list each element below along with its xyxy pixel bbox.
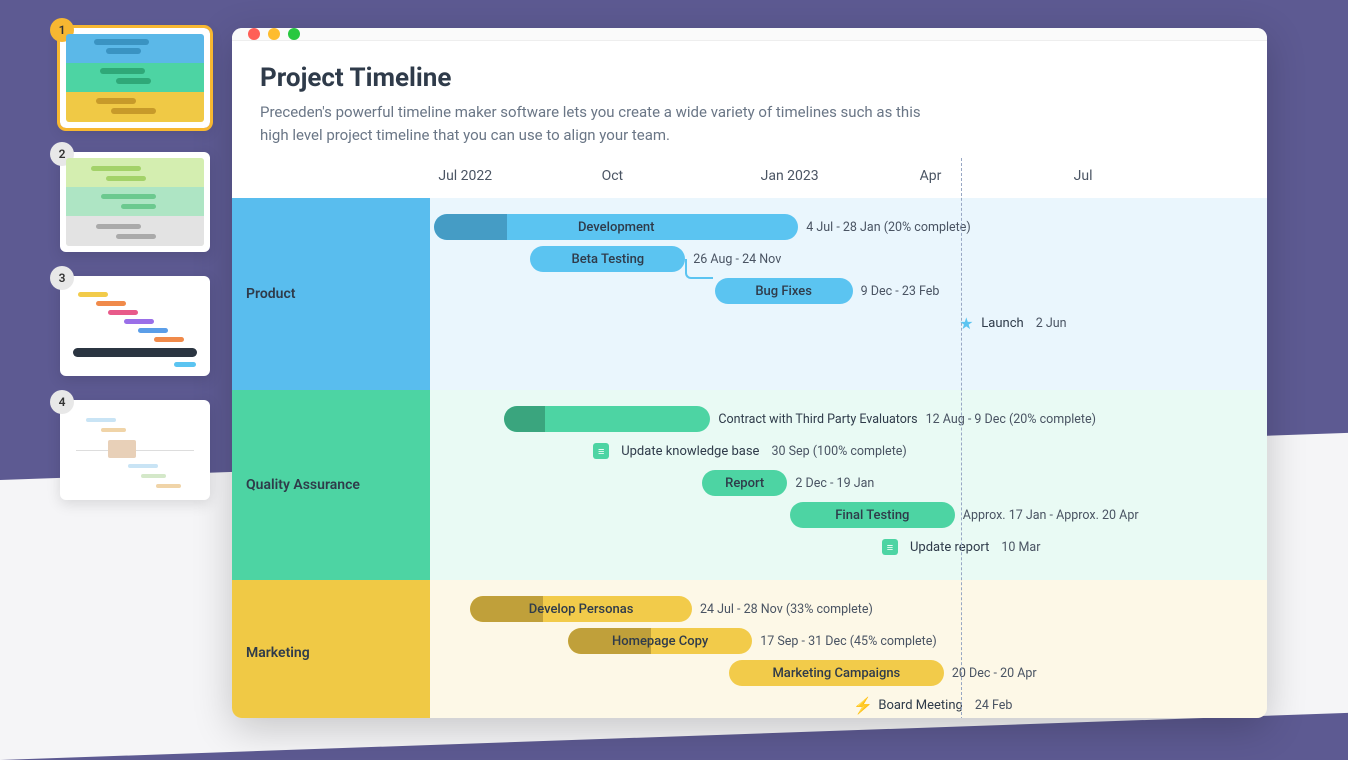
- page-header: Project Timeline Preceden's powerful tim…: [232, 41, 1267, 158]
- gantt-bar[interactable]: Marketing Campaigns: [729, 660, 944, 686]
- milestone-label: Launch: [981, 316, 1023, 331]
- lane-labels: Product Quality Assurance Marketing: [232, 158, 430, 718]
- dependency-connector: [685, 259, 713, 279]
- app-window: Project Timeline Preceden's powerful tim…: [232, 28, 1267, 718]
- page-title: Project Timeline: [260, 63, 1239, 93]
- milestone-meta: 24 Feb: [975, 692, 1013, 718]
- gantt-bar[interactable]: [504, 406, 711, 432]
- gantt-bar-meta: Contract with Third Party Evaluators 12 …: [718, 406, 1096, 432]
- gantt-bar-meta: 9 Dec - 23 Feb: [861, 278, 940, 304]
- maximize-icon[interactable]: [288, 28, 300, 40]
- thumbnail-strip: 1 2 3: [60, 28, 210, 718]
- minimize-icon[interactable]: [268, 28, 280, 40]
- milestone-label: Board Meeting: [878, 698, 962, 713]
- page-subtitle: Preceden's powerful timeline maker softw…: [260, 101, 940, 146]
- axis-tick: Jan 2023: [761, 168, 819, 184]
- window-titlebar: [232, 28, 1267, 41]
- gantt-bar-meta: 2 Dec - 19 Jan: [795, 470, 874, 496]
- bolt-icon: ⚡: [854, 696, 872, 714]
- note-icon: ≡: [882, 539, 898, 555]
- milestone-meta: 2 Jun: [1036, 310, 1067, 336]
- gantt-bar[interactable]: Final Testing: [790, 502, 955, 528]
- gantt-bar[interactable]: Develop Personas: [470, 596, 692, 622]
- time-axis: Jul 2022 Oct Jan 2023 Apr Jul: [430, 158, 1267, 198]
- gantt-bar-label: Marketing Campaigns: [772, 666, 900, 681]
- axis-tick: Oct: [602, 168, 624, 184]
- close-icon[interactable]: [248, 28, 260, 40]
- gantt-bar[interactable]: Report: [702, 470, 787, 496]
- gantt-bar-label: Bug Fixes: [755, 284, 812, 299]
- gantt-bar-meta: 20 Dec - 20 Apr: [952, 660, 1037, 686]
- gantt-bar-label: Beta Testing: [572, 252, 645, 267]
- gantt-bar-meta: 4 Jul - 28 Jan (20% complete): [806, 214, 970, 240]
- gantt-milestone[interactable]: ⚡ Board Meeting 24 Feb: [854, 692, 1012, 718]
- gantt-milestone[interactable]: ≡ Update knowledge base 30 Sep (100% compl…: [593, 438, 907, 464]
- gantt-bar-meta: Approx. 17 Jan - Approx. 20 Apr: [963, 502, 1139, 528]
- timeline: Product Quality Assurance Marketing Jul …: [232, 158, 1267, 718]
- gantt-bar[interactable]: Bug Fixes: [715, 278, 853, 304]
- gantt-chart: Jul 2022 Oct Jan 2023 Apr Jul Development 4 J…: [430, 158, 1267, 718]
- today-marker: [961, 158, 962, 718]
- gantt-bar-meta: 17 Sep - 31 Dec (45% complete): [760, 628, 936, 654]
- gantt-bar[interactable]: Beta Testing: [530, 246, 685, 272]
- gantt-bar-label: Report: [725, 476, 764, 491]
- lane-area-product: Development 4 Jul - 28 Jan (20% complete)…: [430, 198, 1267, 390]
- gantt-bar-label: Final Testing: [835, 508, 909, 523]
- gantt-milestone[interactable]: ★ Launch 2 Jun: [957, 310, 1066, 336]
- gantt-bar-label: Development: [578, 220, 655, 235]
- thumbnail-2[interactable]: 2: [60, 152, 210, 252]
- milestone-label: Update knowledge base: [621, 444, 759, 459]
- lane-mktg: Marketing: [232, 580, 430, 718]
- axis-tick: Jul: [1074, 168, 1093, 184]
- milestone-label: Update report: [910, 540, 989, 555]
- gantt-bar[interactable]: Homepage Copy: [568, 628, 752, 654]
- axis-tick: Jul 2022: [438, 168, 492, 184]
- thumbnail-3[interactable]: 3: [60, 276, 210, 376]
- milestone-meta: 10 Mar: [1001, 534, 1040, 560]
- gantt-bar-label: Homepage Copy: [612, 634, 708, 649]
- lane-product: Product: [232, 198, 430, 390]
- thumbnail-1[interactable]: 1: [60, 28, 210, 128]
- gantt-bar-label: Develop Personas: [529, 602, 634, 617]
- lane-qa: Quality Assurance: [232, 390, 430, 580]
- thumbnail-4[interactable]: 4: [60, 400, 210, 500]
- gantt-bar-meta: 24 Jul - 28 Nov (33% complete): [700, 596, 873, 622]
- gantt-bar[interactable]: Development: [434, 214, 798, 240]
- note-icon: ≡: [593, 443, 609, 459]
- axis-tick: Apr: [920, 168, 942, 184]
- lane-area-mktg: Develop Personas 24 Jul - 28 Nov (33% com…: [430, 580, 1267, 718]
- star-icon: ★: [957, 314, 975, 332]
- milestone-meta: 30 Sep (100% complete): [771, 438, 906, 464]
- lane-area-qa: Contract with Third Party Evaluators 12 …: [430, 390, 1267, 580]
